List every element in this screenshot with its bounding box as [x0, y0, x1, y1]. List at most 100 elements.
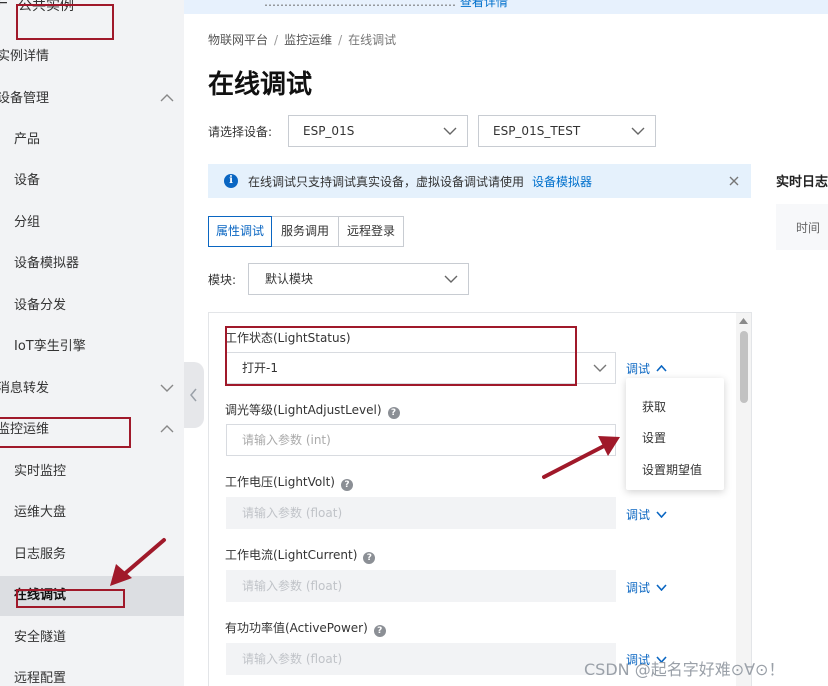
sidebar-item-label: 远程配置: [14, 671, 67, 686]
chevron-up-icon: [160, 410, 174, 450]
device-select[interactable]: ESP_01S_TEST: [478, 115, 656, 147]
help-icon[interactable]: ?: [373, 625, 386, 637]
close-icon[interactable]: [727, 172, 741, 188]
debug-action-menu: 获取 设置 设置期望值: [626, 378, 724, 490]
info-notice: i 在线调试只支持调试真实设备，虚拟设备调试请使用 设备模拟器: [208, 164, 751, 198]
chevron-down-icon: [631, 116, 645, 146]
input-placeholder: 请输入参数 (float): [242, 652, 343, 666]
property-label-text: 工作电压(LightVolt): [225, 475, 335, 489]
property-label: 工作电流(LightCurrent)?: [225, 546, 376, 564]
chevron-down-icon: [656, 511, 667, 519]
input-placeholder: 请输入参数 (int): [242, 433, 331, 447]
help-icon[interactable]: ?: [340, 479, 353, 491]
tab-remote-login[interactable]: 远程登录: [338, 216, 404, 247]
sidebar-item-label: 设备分发: [14, 298, 67, 313]
property-label-text: 调光等级(LightAdjustLevel): [225, 403, 382, 417]
sidebar-item-label: 消息转发: [0, 381, 50, 396]
sidebar-item[interactable]: 设备模拟器: [0, 244, 184, 284]
debug-label: 调试: [626, 581, 651, 595]
annotation-box-light-status: [225, 326, 577, 386]
sidebar: ← 公共实例 实例详情 设备管理 产品 设备 分组 设备模拟器 设备分发 IoT孪生引擎 消息转…: [0, 0, 184, 686]
chevron-up-icon: [160, 79, 174, 119]
sidebar-item-label: IoT孪生引擎: [14, 339, 86, 354]
light-adjust-level-input[interactable]: 请输入参数 (int): [226, 424, 616, 456]
sidebar-item-label: 运维大盘: [14, 505, 67, 520]
input-placeholder: 请输入参数 (float): [242, 506, 343, 520]
menu-item-get[interactable]: 获取: [642, 398, 666, 415]
chevron-down-icon: [444, 264, 458, 294]
light-volt-input[interactable]: 请输入参数 (float): [226, 497, 616, 529]
sidebar-item-label: 设备管理: [0, 91, 50, 106]
sidebar-item[interactable]: 消息转发: [0, 369, 184, 409]
device-simulator-link[interactable]: 设备模拟器: [532, 175, 592, 189]
sidebar-item[interactable]: 产品: [0, 120, 184, 160]
debug-label: 调试: [626, 508, 651, 522]
sidebar-item-label: 分组: [14, 215, 41, 230]
top-notice-banner: ………………………………………… 查看详情: [184, 0, 828, 14]
chevron-down-icon: [160, 369, 174, 409]
scroll-up-icon[interactable]: [739, 318, 748, 324]
breadcrumb-item-iot[interactable]: 物联网平台: [208, 33, 268, 47]
sidebar-item[interactable]: 实时监控: [0, 452, 184, 492]
chevron-left-icon: [190, 388, 197, 402]
sidebar-item[interactable]: IoT孪生引擎: [0, 327, 184, 367]
menu-item-set[interactable]: 设置: [642, 429, 666, 446]
help-icon[interactable]: ?: [387, 407, 400, 419]
log-table-header: 时间: [776, 204, 828, 250]
back-arrow-icon[interactable]: ←: [0, 0, 8, 11]
sidebar-item-label: 实时监控: [14, 464, 67, 479]
scrollbar-thumb[interactable]: [740, 331, 748, 403]
sidebar-item-label: 安全隧道: [14, 630, 67, 645]
watermark: CSDN @起名字好难⊙∀⊙！: [584, 660, 785, 679]
sidebar-item[interactable]: 日志服务: [0, 535, 184, 575]
scrollbar[interactable]: [736, 313, 751, 686]
tab-property-debug[interactable]: 属性调试: [208, 216, 272, 247]
menu-item-set-desired[interactable]: 设置期望值: [642, 461, 702, 478]
tab-service-call[interactable]: 服务调用: [271, 216, 339, 247]
sidebar-item[interactable]: 运维大盘: [0, 493, 184, 533]
sidebar-item[interactable]: 设备管理: [0, 79, 184, 119]
sidebar-item[interactable]: 安全隧道: [0, 618, 184, 658]
annotation-box-ops: [0, 417, 131, 448]
debug-toggle-light-status[interactable]: 调试: [626, 360, 667, 377]
property-label: 有功功率值(ActivePower)?: [225, 619, 386, 637]
breadcrumb-item-current: 在线调试: [348, 33, 397, 47]
device-select-value: ESP_01S_TEST: [493, 124, 581, 138]
page-title: 在线调试: [208, 70, 313, 100]
sidebar-item[interactable]: 实例详情: [0, 37, 184, 77]
sidebar-item-label: 产品: [14, 132, 41, 147]
debug-toggle-light-current[interactable]: 调试: [626, 579, 667, 596]
sidebar-item[interactable]: 分组: [0, 203, 184, 243]
banner-link[interactable]: 查看详情: [460, 0, 508, 9]
property-label: 调光等级(LightAdjustLevel)?: [225, 401, 400, 419]
chevron-down-icon: [593, 353, 607, 383]
sidebar-item[interactable]: 设备: [0, 161, 184, 201]
property-label-text: 有功功率值(ActivePower): [225, 621, 368, 635]
property-label-text: 工作电流(LightCurrent): [225, 548, 358, 562]
sidebar-item[interactable]: 设备分发: [0, 286, 184, 326]
product-select-value: ESP_01S: [303, 124, 355, 138]
help-icon[interactable]: ?: [363, 552, 376, 564]
info-text: 在线调试只支持调试真实设备，虚拟设备调试请使用: [248, 175, 525, 189]
chevron-down-icon: [656, 584, 667, 592]
product-select[interactable]: ESP_01S: [288, 115, 468, 147]
chevron-up-icon: [656, 364, 667, 372]
debug-toggle-light-volt[interactable]: 调试: [626, 506, 667, 523]
sidebar-item[interactable]: 远程配置: [0, 659, 184, 686]
breadcrumb-separator: /: [338, 33, 343, 47]
light-current-input[interactable]: 请输入参数 (float): [226, 570, 616, 602]
sidebar-item-label: 设备: [14, 173, 41, 188]
module-select[interactable]: 默认模块: [248, 263, 469, 295]
breadcrumb-item-ops[interactable]: 监控运维: [284, 33, 332, 47]
device-select-label: 请选择设备:: [208, 125, 273, 139]
log-column-time: 时间: [796, 221, 821, 235]
sidebar-item-label: 实例详情: [0, 49, 50, 64]
module-select-value: 默认模块: [265, 272, 314, 286]
banner-text: …………………………………………: [264, 0, 456, 9]
sidebar-item-label: 日志服务: [14, 547, 67, 562]
annotation-box-instance: [16, 4, 114, 40]
input-placeholder: 请输入参数 (float): [242, 579, 343, 593]
active-power-input[interactable]: 请输入参数 (float): [226, 643, 616, 675]
property-label: 工作电压(LightVolt)?: [225, 473, 353, 491]
sidebar-collapse-handle[interactable]: [184, 362, 204, 428]
